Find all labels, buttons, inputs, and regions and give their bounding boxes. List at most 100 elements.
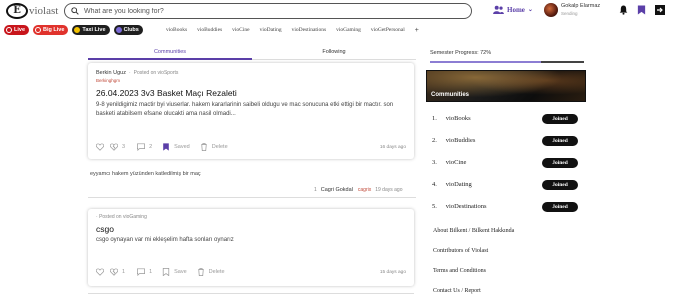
chip-label: Live	[14, 27, 26, 33]
post-community[interactable]: Posted on vioGaming	[99, 214, 147, 220]
chip-taxi-live[interactable]: Taxi Live	[72, 25, 110, 35]
broken-heart-icon	[110, 268, 118, 276]
category-link[interactable]: vioGaming	[336, 27, 361, 33]
dislike-button[interactable]: 1	[110, 268, 125, 276]
dislike-button[interactable]: 3	[110, 143, 125, 151]
site-logo[interactable]: E violast	[6, 3, 58, 19]
more-categories-button[interactable]: +	[415, 27, 419, 34]
tab-following[interactable]: Following	[252, 46, 416, 60]
delete-button[interactable]: Delete	[197, 268, 225, 276]
delete-label: Delete	[208, 269, 225, 275]
user-status: Sending	[561, 10, 578, 16]
community-name[interactable]: vioDestinations	[446, 203, 487, 210]
community-item[interactable]: 3. vioCine Joined	[432, 157, 582, 168]
joined-button[interactable]: Joined	[542, 179, 578, 190]
like-button[interactable]	[96, 268, 104, 276]
joined-button[interactable]: Joined	[542, 113, 578, 124]
search-input[interactable]	[84, 7, 464, 15]
search-icon	[71, 7, 79, 15]
joined-button[interactable]: Joined	[542, 135, 578, 146]
chevron-down-icon: ⌄	[527, 7, 533, 13]
save-label: Saved	[174, 144, 190, 150]
avatar	[544, 3, 558, 17]
community-name[interactable]: vioBuddies	[446, 137, 476, 144]
community-name[interactable]: vioDating	[446, 181, 472, 188]
category-link[interactable]: vioDestinations	[292, 27, 327, 33]
category-link[interactable]: vioDating	[260, 27, 282, 33]
comment-divider	[88, 197, 416, 198]
search-bar[interactable]	[64, 3, 472, 19]
about-link[interactable]: About Bilkent / Bilkent Hakkında	[433, 228, 514, 234]
post-card[interactable]: Berkin Uguz · Posted on vioSports Berkingh…	[88, 63, 414, 159]
delete-button[interactable]: Delete	[200, 143, 228, 151]
user-name: Gokalp Elarmaz	[561, 3, 601, 9]
post-body: 9-8 yenildigimiz mactir byi viuserlar. h…	[96, 102, 394, 117]
comment-text: eyyamcı hakem yüzünden katledilmiş bir m…	[90, 171, 201, 177]
comment-date: 19 days ago	[375, 187, 403, 193]
community-item[interactable]: 1. vioBooks Joined	[432, 113, 582, 124]
post-title[interactable]: 26.04.2023 3v3 Basket Maçı Rezaleti	[96, 88, 237, 98]
heart-icon	[96, 143, 104, 151]
post-meta: · Posted on vioGaming	[96, 214, 147, 220]
comment-button[interactable]: 2	[137, 143, 152, 151]
meta-separator: ·	[128, 70, 131, 76]
chip-clubs[interactable]: Clubs	[113, 25, 143, 35]
logo-mark: E	[6, 3, 28, 19]
community-item[interactable]: 5. vioDestinations Joined	[432, 201, 582, 212]
next-post-edge	[88, 293, 414, 294]
comment-count: 2	[149, 144, 153, 150]
community-name[interactable]: vioBooks	[446, 115, 471, 122]
post-actions: 3 2 Saved Delete	[96, 143, 234, 151]
like-count: 3	[122, 144, 126, 150]
community-name[interactable]: vioCine	[446, 159, 467, 166]
comment-author[interactable]: Cagri Gokdal	[321, 187, 353, 193]
bookmark-filled-icon	[163, 143, 169, 151]
like-button[interactable]	[96, 143, 104, 151]
comment-author-handle: cagrix	[357, 187, 372, 193]
chip-label: Big Live	[43, 27, 65, 33]
logo-text: violast	[29, 5, 59, 17]
terms-link[interactable]: Terms and Conditions	[433, 268, 486, 274]
joined-button[interactable]: Joined	[542, 157, 578, 168]
comment-button[interactable]: 1	[137, 268, 152, 276]
post-card[interactable]: · Posted on vioGaming csgo csgo oynayan …	[88, 209, 414, 286]
comment-vote-count: 1	[314, 187, 317, 193]
save-button[interactable]: Saved	[162, 143, 190, 151]
active-tab-indicator	[88, 58, 252, 60]
trash-icon	[200, 143, 207, 151]
category-link[interactable]: vioGetPersonal	[371, 27, 405, 33]
live-dot-icon	[35, 27, 42, 33]
comment-count: 1	[149, 269, 153, 275]
bookmark-icon[interactable]	[637, 5, 646, 15]
joined-button[interactable]: Joined	[542, 201, 578, 212]
home-menu[interactable]: Home ⌄	[493, 5, 533, 14]
semester-progress-label: Semester Progress: 72%	[430, 50, 492, 56]
category-link[interactable]: vioBuddies	[197, 27, 222, 33]
community-item[interactable]: 2. vioBuddies Joined	[432, 135, 582, 146]
chip-live[interactable]: Live	[4, 25, 30, 35]
post-author[interactable]: Berkin Uguz	[96, 70, 126, 76]
contact-link[interactable]: Contact Us / Report	[433, 288, 481, 294]
bell-icon[interactable]	[619, 5, 628, 15]
contributors-link[interactable]: Contributors of Violast	[433, 248, 488, 254]
comment-icon	[137, 143, 146, 151]
live-dot-icon	[6, 27, 12, 33]
chip-label: Taxi Live	[82, 27, 106, 33]
post-body: csgo oynayan var mi ekleşelim hafta sonl…	[96, 237, 234, 243]
users-icon	[493, 5, 504, 14]
chip-big-live[interactable]: Big Live	[33, 25, 69, 35]
semester-progress-bar	[430, 61, 584, 63]
community-item[interactable]: 4. vioDating Joined	[432, 179, 582, 190]
category-link[interactable]: vioCine	[232, 27, 249, 33]
logo-mark-text: E	[13, 5, 21, 16]
delete-label: Delete	[211, 144, 228, 150]
taxi-dot-icon	[74, 27, 81, 33]
category-link[interactable]: vioBooks	[166, 27, 187, 33]
save-button[interactable]: Save	[162, 268, 187, 276]
progress-fill	[430, 61, 541, 63]
user-profile[interactable]: Gokalp Elarmaz Sending	[544, 3, 600, 17]
logout-icon[interactable]	[655, 5, 665, 15]
post-community[interactable]: Posted on vioSports	[134, 70, 179, 76]
post-title[interactable]: csgo	[96, 224, 114, 234]
post-date: 15 days ago	[379, 270, 406, 275]
